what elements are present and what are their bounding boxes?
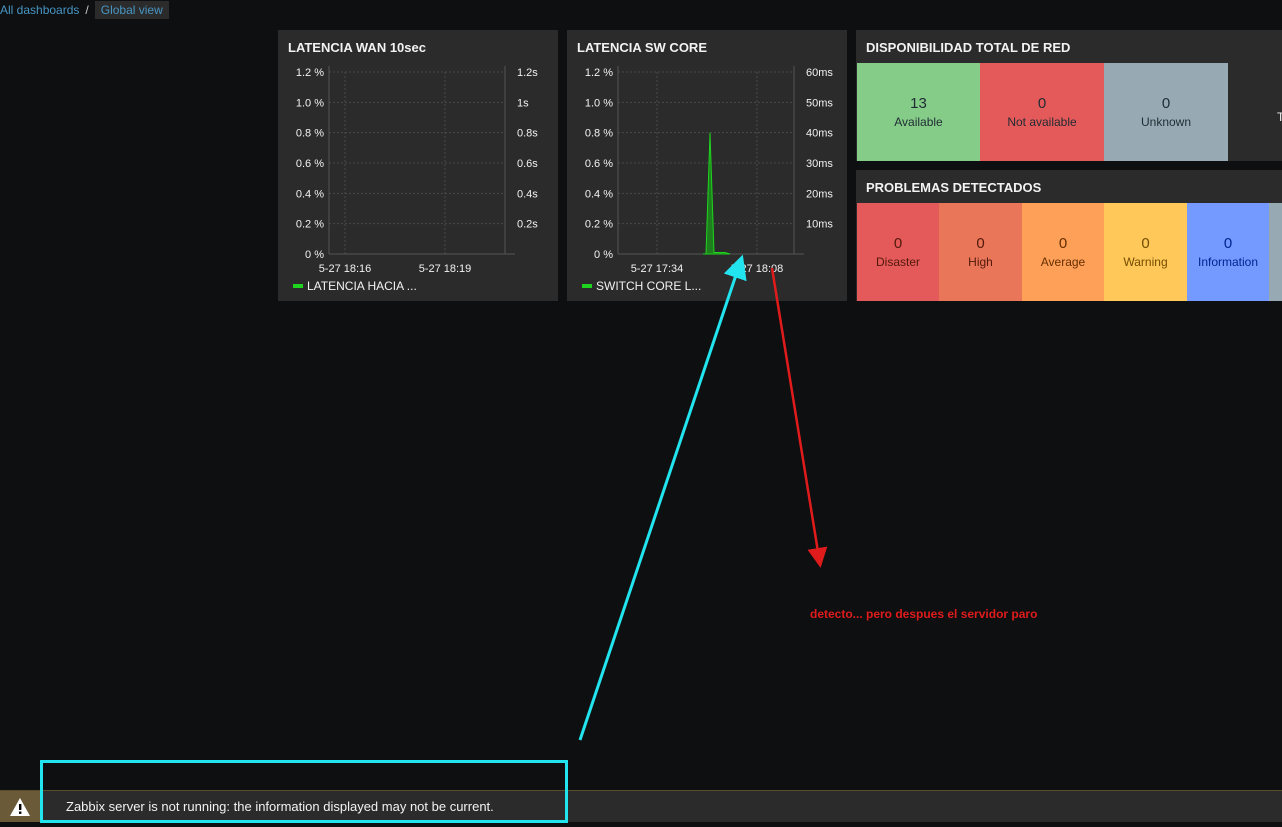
status-message: Zabbix server is not running: the inform… <box>66 799 494 814</box>
y2-tick-label: 10ms <box>806 219 833 231</box>
breadcrumb-global-view[interactable]: Global view <box>94 0 169 19</box>
legend-color-swatch <box>582 284 592 288</box>
tile-count: 0 <box>1037 95 1047 112</box>
y2-tick-label: 0.4s <box>517 188 538 200</box>
tile-count: 0 <box>1161 95 1171 112</box>
tile-available[interactable]: 13 Available <box>857 63 980 161</box>
y-tick-label: 0.4 % <box>585 188 613 200</box>
y2-tick-label: 40ms <box>806 128 833 140</box>
tile-label: Not available <box>1007 115 1077 129</box>
y-tick-label: 0 % <box>594 249 613 261</box>
x-tick-label: 5-27 18:08 <box>731 263 784 275</box>
widget-latencia-sw-core: LATENCIA SW CORE 1.2 % 1.0 % 0.8 % 0.6 % 0.4… <box>567 30 847 301</box>
y-tick-label: 0.8 % <box>296 128 324 140</box>
tile-average[interactable]: 0 Average <box>1022 203 1104 301</box>
tile-not-available[interactable]: 0 Not available <box>980 63 1104 161</box>
y-tick-label: 0.6 % <box>585 158 613 170</box>
warning-icon <box>0 791 40 822</box>
tile-label: Disaster <box>875 255 920 269</box>
y-tick-label: 0.6 % <box>296 158 324 170</box>
y2-tick-label: 1s <box>517 97 529 109</box>
y2-tick-label: 0.6s <box>517 158 538 170</box>
breadcrumb-all-dashboards[interactable]: All dashboards <box>0 3 79 17</box>
y-tick-label: 0.2 % <box>585 219 613 231</box>
annotation-note: detecto... pero despues el servidor paro <box>810 607 1038 621</box>
graph-legend: SWITCH CORE L... <box>582 279 701 293</box>
y2-tick-label: 20ms <box>806 188 833 200</box>
y2-tick-label: 1.2s <box>517 67 538 79</box>
y-tick-label: 1.2 % <box>585 67 613 79</box>
breadcrumb: All dashboards / Global view <box>0 0 169 19</box>
breadcrumb-separator: / <box>85 2 89 17</box>
tile-information[interactable]: 0 Information <box>1187 203 1269 301</box>
legend-label: LATENCIA HACIA ... <box>307 279 417 293</box>
y2-tick-label: 50ms <box>806 97 833 109</box>
legend-label: SWITCH CORE L... <box>596 279 702 293</box>
status-bar: Zabbix server is not running: the inform… <box>0 790 1282 822</box>
y-tick-label: 0.8 % <box>585 128 613 140</box>
tile-count: 0 <box>1141 235 1150 252</box>
y-tick-label: 1.2 % <box>296 67 324 79</box>
tile-count: 0 <box>1058 235 1068 252</box>
tile-disaster[interactable]: 0 Disaster <box>857 203 939 301</box>
tile-high[interactable]: 0 High <box>939 203 1022 301</box>
y-tick-label: 0.4 % <box>296 188 324 200</box>
problem-tiles: 0 Disaster 0 High 0 Average 0 Warning 0 Informati… <box>857 203 1282 301</box>
tile-label: Information <box>1197 255 1259 269</box>
tile-unknown[interactable]: 0 Unknown <box>1104 63 1228 161</box>
y2-tick-label: 60ms <box>806 67 833 79</box>
cyan-arrow <box>578 254 747 741</box>
y2-tick-label: 0.8s <box>517 128 538 140</box>
tile-label: Unknown <box>1140 115 1192 129</box>
tile-count: 0 <box>976 235 985 252</box>
availability-tiles: 13 Available 0 Not available 0 Unknown <box>857 63 1228 161</box>
y2-tick-label: 30ms <box>806 158 833 170</box>
cut-off-text: T <box>1277 110 1282 124</box>
y-tick-label: 1.0 % <box>296 97 324 109</box>
y-tick-label: 0.2 % <box>296 219 324 231</box>
graph-legend: LATENCIA HACIA ... <box>293 279 417 293</box>
x-tick-label: 5-27 17:34 <box>631 263 684 275</box>
y2-tick-label: 0.2s <box>517 219 538 231</box>
tile-count: 0 <box>893 235 903 252</box>
tile-count: 0 <box>1223 235 1233 252</box>
tile-label: Warning <box>1123 255 1168 269</box>
tile-other[interactable] <box>1269 203 1282 301</box>
widget-problemas: PROBLEMAS DETECTADOS 0 Disaster 0 High 0 Aver… <box>856 170 1282 301</box>
widget-disponibilidad: DISPONIBILIDAD TOTAL DE RED 13 Available 0… <box>856 30 1282 161</box>
widget-title: PROBLEMAS DETECTADOS <box>866 180 1042 195</box>
red-arrow <box>770 267 828 568</box>
tile-count: 13 <box>910 95 927 112</box>
x-tick-label: 5-27 18:19 <box>419 263 472 275</box>
graph-latencia-sw-core[interactable]: 1.2 % 1.0 % 0.8 % 0.6 % 0.4 % 0.2 % 0 % 60ms 50m… <box>567 30 847 301</box>
tile-label: Available <box>894 115 943 129</box>
legend-color-swatch <box>293 284 303 288</box>
widget-title: DISPONIBILIDAD TOTAL DE RED <box>866 40 1071 55</box>
y-tick-label: 0 % <box>305 249 324 261</box>
widget-latencia-wan: LATENCIA WAN 10sec 1.2 % 1.0 % 0.8 % 0.6 % 0… <box>278 30 558 301</box>
y-tick-label: 1.0 % <box>585 97 613 109</box>
tile-warning[interactable]: 0 Warning <box>1104 203 1187 301</box>
tile-label: Average <box>1040 255 1086 269</box>
x-tick-label: 5-27 18:16 <box>319 263 372 275</box>
graph-latencia-wan[interactable]: 1.2 % 1.0 % 0.8 % 0.6 % 0.4 % 0.2 % 0 % 1.2s 1s 0… <box>278 30 558 301</box>
tile-label: High <box>968 255 993 269</box>
